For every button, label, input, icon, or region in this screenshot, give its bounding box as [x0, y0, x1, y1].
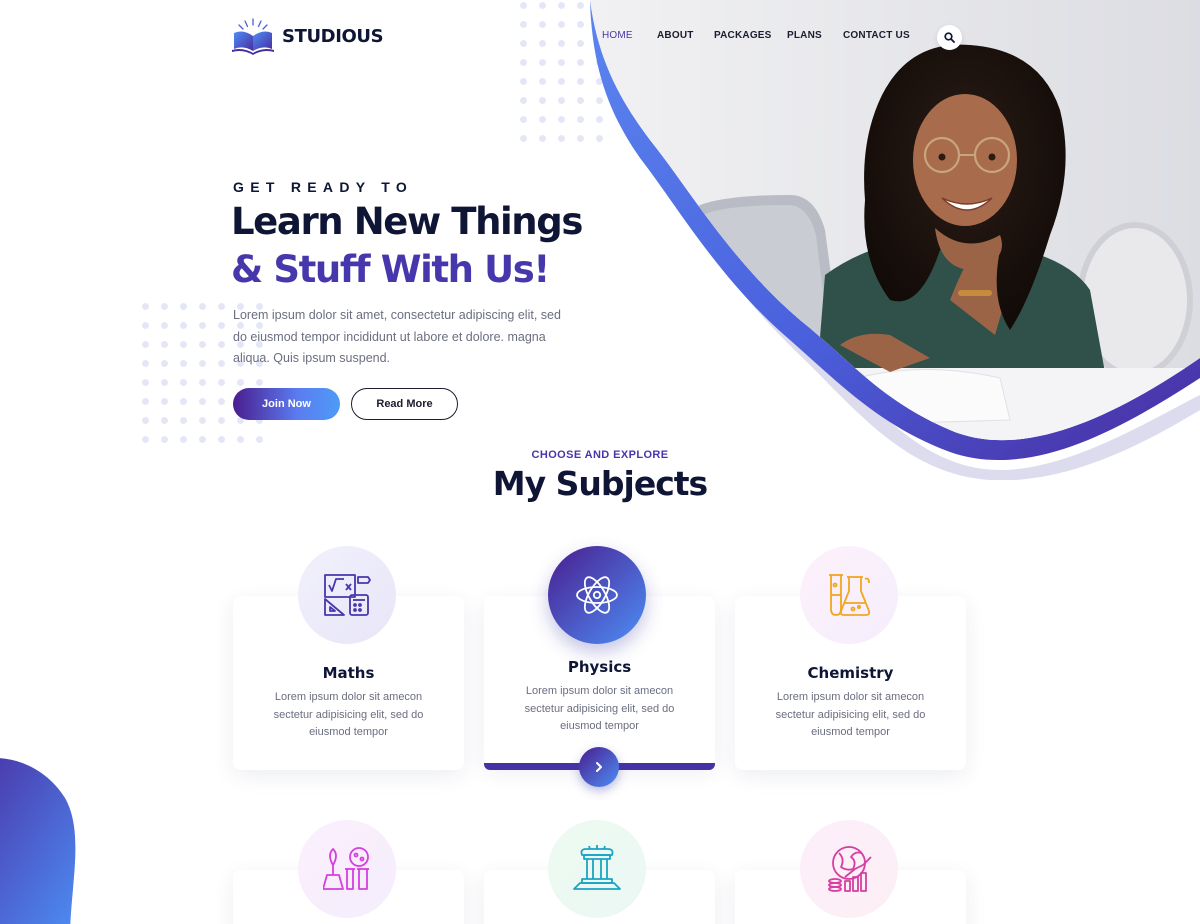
hero-image	[590, 0, 1200, 480]
math-board-icon	[324, 574, 371, 616]
join-now-button[interactable]: Join Now	[233, 388, 340, 420]
physics-more-button[interactable]	[579, 747, 619, 787]
read-more-button[interactable]: Read More	[351, 388, 458, 420]
open-book-icon	[232, 18, 274, 55]
card-title-chemistry: Chemistry	[807, 664, 894, 682]
physics-icon-circle	[548, 546, 646, 644]
card-desc-chemistry: Lorem ipsum dolor sit amecon sectetur ad…	[775, 691, 926, 738]
history-icon-circle	[548, 820, 646, 918]
biology-icon-circle	[298, 820, 396, 918]
nav-packages[interactable]: PACKAGES	[714, 30, 772, 41]
card-desc-maths: Lorem ipsum dolor sit amecon sectetur ad…	[273, 691, 424, 738]
plant-lab-icon	[323, 847, 369, 890]
nav-home[interactable]: HOME	[602, 30, 633, 41]
brand-logo[interactable]: STUDIOUS	[232, 17, 384, 55]
section-eyebrow: CHOOSE AND EXPLORE	[531, 449, 669, 461]
section-title: My Subjects	[492, 464, 708, 503]
atom-icon	[576, 576, 618, 614]
maths-icon-circle	[298, 546, 396, 644]
card-title-physics: Physics	[567, 658, 632, 676]
brand-name: STUDIOUS	[282, 25, 384, 47]
chemistry-icon-circle	[800, 546, 898, 644]
nav-contact[interactable]: CONTACT US	[843, 30, 910, 41]
search-button[interactable]	[937, 25, 962, 50]
flask-icon	[829, 574, 871, 616]
chevron-right-icon	[596, 762, 602, 772]
nav-plans[interactable]: PLANS	[787, 30, 822, 41]
economics-icon-circle	[800, 820, 898, 918]
card-title-maths: Maths	[322, 664, 375, 682]
history-column-icon	[573, 845, 621, 890]
hero-headline-line1: Learn New Things	[231, 200, 583, 243]
search-icon	[944, 32, 955, 43]
decorative-blob	[0, 758, 76, 924]
card-desc-physics: Lorem ipsum dolor sit amecon sectetur ad…	[524, 685, 675, 732]
hero-description: Lorem ipsum dolor sit amet, consectetur …	[233, 308, 561, 365]
hero-headline-line2: & Stuff With Us!	[231, 248, 550, 291]
globe-economy-icon	[828, 846, 872, 892]
hero-eyebrow: GET READY TO	[233, 179, 414, 195]
nav-about[interactable]: ABOUT	[657, 30, 694, 41]
